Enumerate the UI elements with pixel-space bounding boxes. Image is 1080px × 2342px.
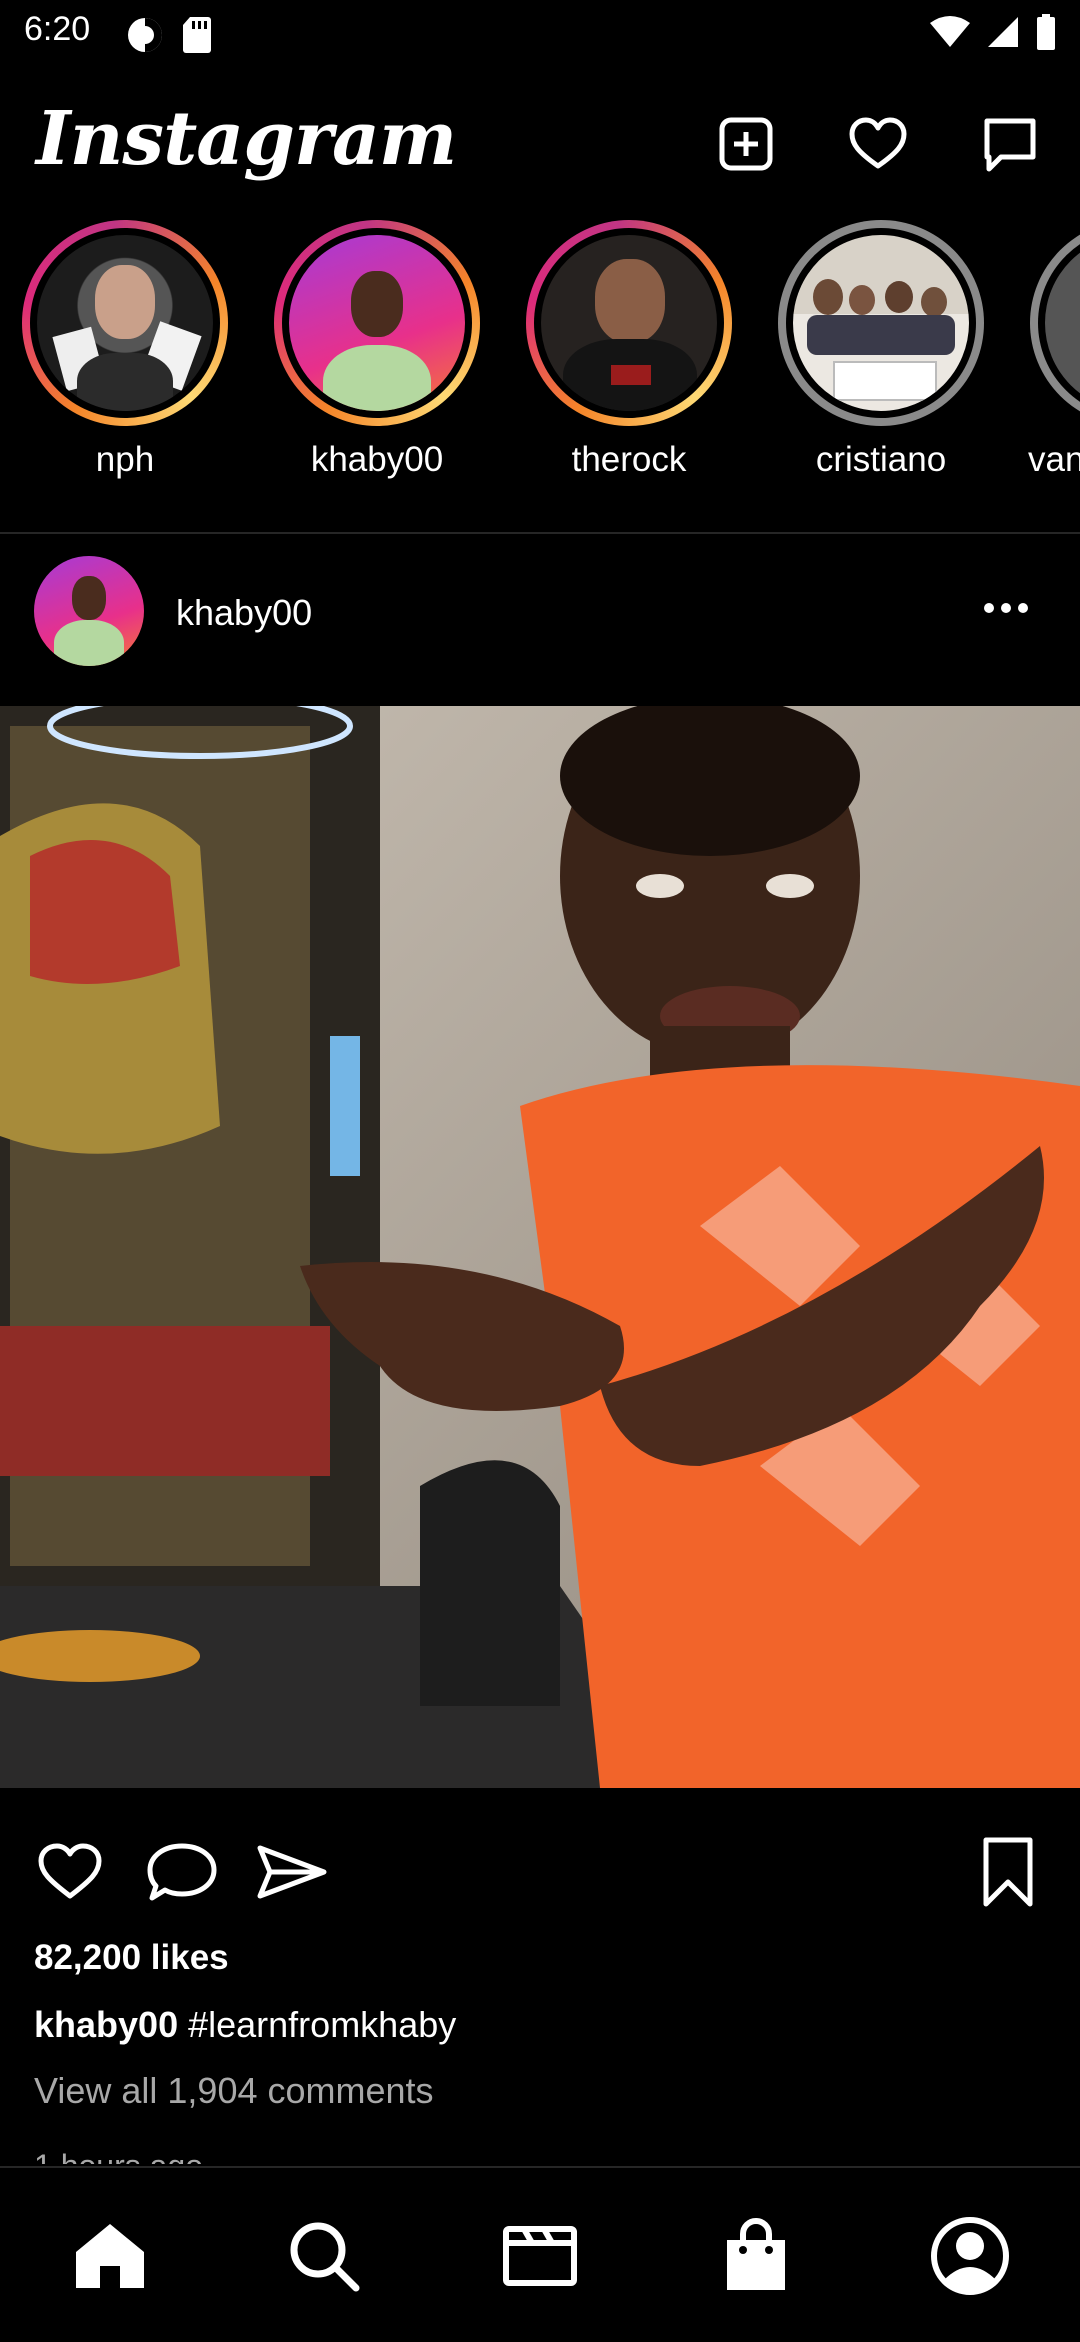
avatar xyxy=(793,235,969,411)
story-username: cristiano xyxy=(815,440,947,479)
heart-icon xyxy=(849,117,907,169)
status-time: 6:20 xyxy=(24,10,91,48)
post-actions xyxy=(0,1788,1080,1938)
wifi-icon xyxy=(930,16,970,47)
nav-profile[interactable] xyxy=(922,2208,1018,2304)
nav-home[interactable] xyxy=(62,2208,158,2304)
messenger-icon xyxy=(984,118,1036,172)
view-comments-link[interactable]: View all 1,904 comments xyxy=(34,2070,434,2112)
avatar xyxy=(37,235,213,411)
nav-search[interactable] xyxy=(276,2208,372,2304)
like-icon xyxy=(38,1843,102,1899)
post-image[interactable] xyxy=(0,706,1080,1788)
like-button[interactable] xyxy=(30,1832,110,1912)
battery-icon xyxy=(1037,14,1055,50)
app-bar: Instagram xyxy=(0,66,1080,220)
post-time: 1 hours ago xyxy=(34,2136,203,2164)
avatar xyxy=(289,235,465,411)
search-icon xyxy=(290,2222,360,2292)
activity-button[interactable] xyxy=(842,108,914,180)
comment-icon xyxy=(147,1843,217,1901)
share-icon xyxy=(257,1845,327,1899)
instagram-logo[interactable]: Instagram xyxy=(36,96,457,182)
sd-card-icon xyxy=(183,17,211,53)
post-avatar[interactable] xyxy=(34,556,144,666)
more-icon xyxy=(984,603,1028,613)
bottom-nav xyxy=(0,2166,1080,2342)
share-button[interactable] xyxy=(252,1832,332,1912)
story-therock[interactable]: therock xyxy=(524,220,734,480)
story-cristiano[interactable]: cristiano xyxy=(776,220,986,480)
home-icon xyxy=(76,2224,144,2288)
messages-button[interactable] xyxy=(974,108,1046,180)
data-saver-icon xyxy=(128,18,162,52)
bookmark-button[interactable] xyxy=(968,1832,1048,1912)
post-photo xyxy=(0,706,1080,1788)
divider xyxy=(0,532,1080,534)
bookmark-icon xyxy=(983,1837,1033,1907)
new-post-button[interactable] xyxy=(710,108,782,180)
more-options-button[interactable] xyxy=(966,578,1046,638)
story-khaby00[interactable]: khaby00 xyxy=(272,220,482,480)
profile-icon xyxy=(931,2217,1009,2295)
avatar xyxy=(1045,235,1080,411)
post-caption: khaby00 #learnfromkhaby xyxy=(34,2004,456,2046)
story-username: van xyxy=(1028,440,1080,479)
story-nph[interactable]: nph xyxy=(20,220,230,480)
story-van[interactable]: van xyxy=(1028,220,1080,480)
shop-icon xyxy=(727,2218,785,2290)
nav-reels[interactable] xyxy=(492,2208,588,2304)
status-bar: 6:20 xyxy=(0,0,1080,66)
avatar xyxy=(541,235,717,411)
caption-text[interactable]: #learnfromkhaby xyxy=(188,2004,456,2045)
stories-tray: nph khaby00 therock cristiano van xyxy=(0,218,1080,532)
post-username[interactable]: khaby00 xyxy=(176,592,312,634)
new-post-icon xyxy=(719,117,773,171)
comment-button[interactable] xyxy=(142,1832,222,1912)
likes-count[interactable]: 82,200 likes xyxy=(34,1938,229,1978)
story-username: khaby00 xyxy=(310,440,444,479)
story-username: therock xyxy=(571,440,687,479)
reels-icon xyxy=(503,2226,577,2286)
caption-username[interactable]: khaby00 xyxy=(34,2004,178,2045)
post-header: khaby00 xyxy=(0,536,1080,706)
signal-icon xyxy=(988,17,1018,47)
nav-shop[interactable] xyxy=(708,2208,804,2304)
story-username: nph xyxy=(95,440,155,479)
